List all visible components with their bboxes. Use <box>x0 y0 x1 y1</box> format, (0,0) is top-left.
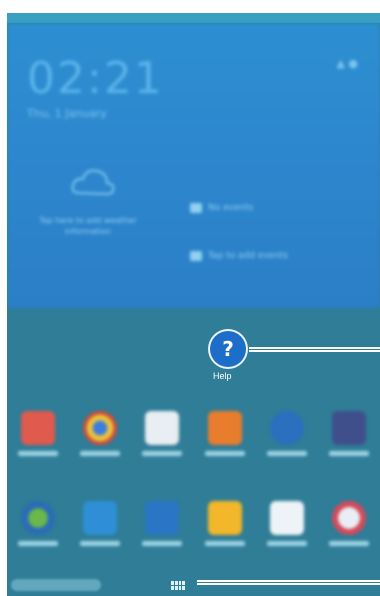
callout-line <box>249 347 380 352</box>
help-question-mark: ? <box>222 337 234 361</box>
chrome-icon <box>83 411 118 445</box>
contacts-icon <box>207 411 242 445</box>
app-label <box>266 541 307 546</box>
games-icon <box>331 501 366 535</box>
cloud-icon <box>71 169 115 196</box>
page-indicator[interactable] <box>11 579 101 591</box>
folder-icon <box>207 501 242 535</box>
app-label <box>142 451 183 456</box>
callout-line <box>197 580 380 585</box>
app-internet[interactable] <box>259 411 315 456</box>
app-gallery[interactable] <box>321 411 377 456</box>
app-my-files[interactable] <box>197 501 253 546</box>
events-text: No events <box>208 203 254 213</box>
events-row[interactable]: No events <box>190 203 253 213</box>
app-label <box>80 541 121 546</box>
app-label <box>18 541 59 546</box>
bottom-bar <box>7 575 380 596</box>
clock-weather-widget[interactable]: 02:21 Thu, 1 January ▲ ● Tap here to add… <box>7 23 380 308</box>
app-label <box>204 541 245 546</box>
help-label: Help <box>213 371 232 381</box>
app-calendar[interactable] <box>10 411 66 456</box>
play-store-icon <box>145 411 180 445</box>
dropbox-icon <box>269 501 304 535</box>
settings-icon <box>145 501 180 535</box>
app-chrome[interactable] <box>72 411 128 456</box>
maps-icon <box>21 501 56 535</box>
help-icon[interactable]: ? <box>210 331 246 367</box>
calendar-icon <box>21 411 56 445</box>
app-label <box>328 451 369 456</box>
gallery-icon <box>331 411 366 445</box>
app-settings[interactable] <box>134 501 190 546</box>
app-games[interactable] <box>321 501 377 546</box>
calendar-icon <box>190 203 202 213</box>
app-label <box>18 451 59 456</box>
app-label <box>266 451 307 456</box>
apps-grid-icon[interactable] <box>171 581 185 590</box>
app-contacts[interactable] <box>197 411 253 456</box>
home-screen: 02:21 Thu, 1 January ▲ ● Tap here to add… <box>7 13 380 596</box>
app-label <box>204 451 245 456</box>
app-row-2 <box>7 501 380 546</box>
samsung-apps-icon <box>83 501 118 535</box>
internet-icon <box>269 411 304 445</box>
app-row-1 <box>7 411 380 456</box>
app-samsung-apps[interactable] <box>72 501 128 546</box>
app-maps[interactable] <box>10 501 66 546</box>
app-dropbox[interactable] <box>259 501 315 546</box>
pencil-icon <box>190 251 202 261</box>
status-bar <box>7 13 380 23</box>
date-text: Thu, 1 January <box>27 107 107 120</box>
add-event-row[interactable]: Tap to add events <box>190 251 288 261</box>
add-event-text: Tap to add events <box>208 251 289 261</box>
app-label <box>142 541 183 546</box>
clock-text: 02:21 <box>27 53 164 104</box>
app-label <box>328 541 369 546</box>
app-play-store[interactable] <box>134 411 190 456</box>
app-label <box>80 451 121 456</box>
signal-icon: ▲ ● <box>336 57 358 70</box>
weather-text: Tap here to add weather information <box>39 216 137 236</box>
